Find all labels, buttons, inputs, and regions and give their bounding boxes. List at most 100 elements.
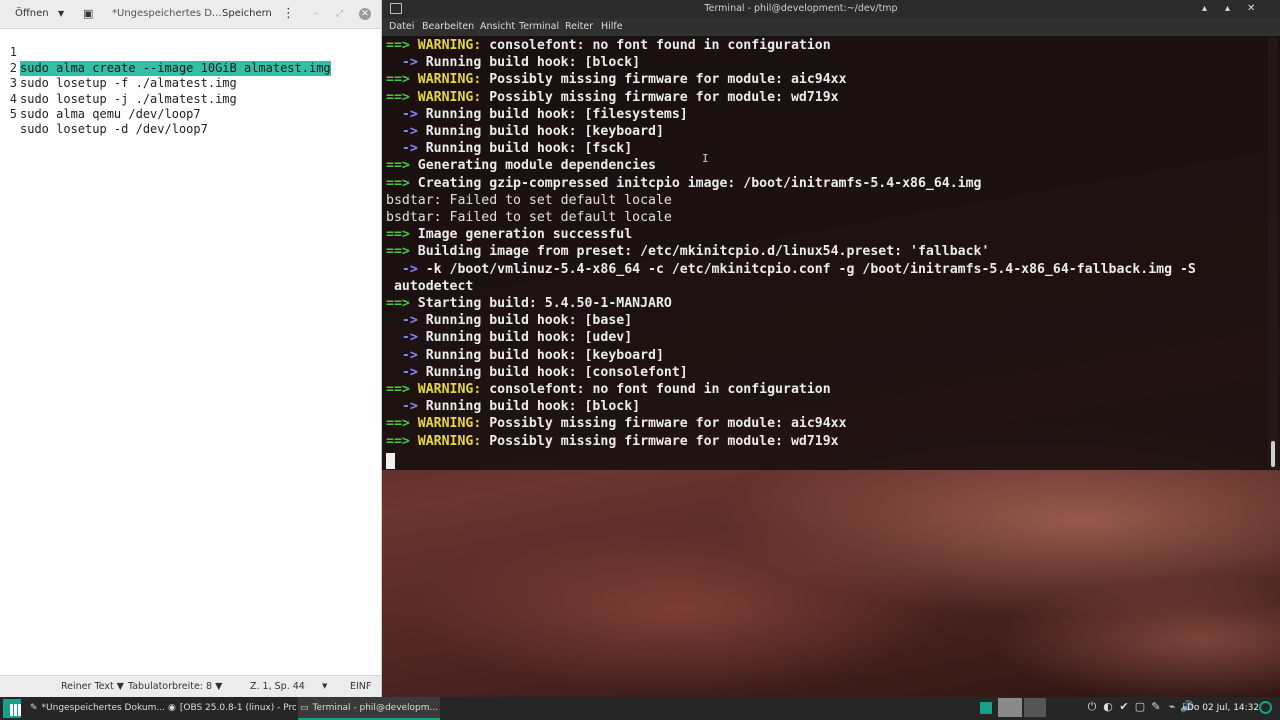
mouse-ibeam-icon: I xyxy=(702,152,709,165)
terminal-line: -> Running build hook: [keyboard] xyxy=(386,123,664,140)
terminal-line: ==> Creating gzip-compressed initcpio im… xyxy=(386,175,981,192)
scrollbar-thumb[interactable] xyxy=(1271,441,1275,467)
taskbar-item-label: Terminal - phil@developm... xyxy=(312,703,439,713)
maximize-icon[interactable]: ▴ xyxy=(1225,0,1230,18)
terminal-line: ==> Starting build: 5.4.50-1-MANJARO xyxy=(386,295,672,312)
maximize-icon[interactable]: ⤢ xyxy=(336,0,343,28)
line-prefix: -> xyxy=(386,330,426,346)
close-icon[interactable]: ✕ xyxy=(1247,0,1255,18)
taskbar-item-editor[interactable]: ✎ *Ungespeichertes Dokum... xyxy=(30,697,164,720)
terminal-line: ==> Building image from preset: /etc/mki… xyxy=(386,243,989,260)
terminal-line: ==> WARNING: Possibly missing firmware f… xyxy=(386,433,839,450)
clipboard-icon[interactable]: ▢ xyxy=(1134,701,1146,713)
insert-mode-indicator[interactable]: EINF xyxy=(350,676,371,697)
line-text: Running build hook: [fsck] xyxy=(425,141,633,157)
line-prefix: -> xyxy=(386,55,426,71)
minimize-icon[interactable]: ▴ xyxy=(1202,0,1207,18)
workspace-2[interactable] xyxy=(1024,698,1046,717)
terminal-line: -> Running build hook: [block] xyxy=(386,54,640,71)
line-prefix: -> xyxy=(386,313,426,329)
editor-line[interactable]: 5 sudo losetup -d /dev/loop7 xyxy=(0,92,381,136)
line-text: Possibly missing firmware for module: ai… xyxy=(481,72,847,88)
terminal-line: -> Running build hook: [keyboard] xyxy=(386,347,664,364)
line-prefix xyxy=(386,279,394,294)
screen-icon[interactable] xyxy=(980,702,992,714)
warning-label: WARNING: xyxy=(417,72,482,88)
line-prefix: -> xyxy=(386,399,426,415)
menu-bearbeiten[interactable]: Bearbeiten xyxy=(422,18,474,36)
line-text: Creating gzip-compressed initcpio image:… xyxy=(417,175,982,191)
line-text[interactable]: sudo alma qemu /dev/loop7 xyxy=(20,107,201,122)
menu-terminal[interactable]: Terminal xyxy=(519,18,559,36)
line-prefix: ==> xyxy=(386,227,418,243)
terminal-window: Terminal - phil@development:~/dev/tmp ▴ … xyxy=(382,0,1280,470)
line-prefix: ==> xyxy=(386,175,418,191)
line-prefix: ==> xyxy=(386,433,418,449)
minimize-icon[interactable]: – xyxy=(313,0,318,28)
terminal-output[interactable]: ==> WARNING: consolefont: no font found … xyxy=(386,37,1266,467)
terminal-line: ==> Image generation successful xyxy=(386,226,632,243)
manjaro-logo-icon xyxy=(10,704,21,716)
chevron-down-icon[interactable]: ▼ xyxy=(322,676,327,697)
line-prefix: -> xyxy=(386,261,426,277)
line-text: Running build hook: [consolefont] xyxy=(425,364,688,380)
line-prefix: -> xyxy=(386,141,426,157)
line-prefix: ==> xyxy=(386,382,418,397)
menu-reiter[interactable]: Reiter xyxy=(565,18,593,36)
clock[interactable]: Do 02 Jul, 14:32 xyxy=(1187,697,1259,720)
pen-icon[interactable]: ✎ xyxy=(1150,701,1162,713)
cursor-position[interactable]: Z. 1, Sp. 44 xyxy=(250,676,305,697)
terminal-cursor xyxy=(386,453,395,469)
menu-ansicht[interactable]: Ansicht xyxy=(480,18,515,36)
warning-label: WARNING: xyxy=(417,416,482,432)
shield-icon[interactable]: ✔ xyxy=(1118,701,1130,713)
editor-line[interactable]: 4 sudo alma qemu /dev/loop7 xyxy=(0,76,381,121)
workspace-1[interactable] xyxy=(998,698,1022,717)
terminal-scrollbar[interactable] xyxy=(1268,37,1278,469)
close-icon[interactable]: ✕ xyxy=(359,8,371,20)
language-selector[interactable]: Reiner Text ▼ xyxy=(61,676,124,697)
line-text: Possibly missing firmware for module: ai… xyxy=(481,416,847,432)
power-icon[interactable]: ⏻ xyxy=(1086,701,1098,713)
open-button[interactable]: Öffnen xyxy=(15,0,49,28)
line-prefix: ==> xyxy=(386,416,418,432)
terminal-line: ==> WARNING: consolefont: no font found … xyxy=(386,381,831,398)
editor-line[interactable]: 3 sudo losetup -j ./almatest.img xyxy=(0,61,381,105)
line-text[interactable]: sudo losetup -d /dev/loop7 xyxy=(20,122,208,137)
line-text: Running build hook: [udev] xyxy=(425,330,633,346)
terminal-line: -> Running build hook: [block] xyxy=(386,398,640,415)
terminal-titlebar[interactable]: Terminal - phil@development:~/dev/tmp ▴ … xyxy=(382,0,1280,18)
obs-tray-icon[interactable]: ◐ xyxy=(1102,701,1114,713)
network-icon[interactable]: ⌁ xyxy=(1166,701,1178,713)
new-document-icon[interactable]: ▣ xyxy=(83,0,93,28)
line-prefix: -> xyxy=(386,106,426,122)
line-text: Running build hook: [keyboard] xyxy=(425,124,664,139)
save-button[interactable]: Speichern xyxy=(222,0,272,28)
menu-icon[interactable]: ⋮ xyxy=(282,0,295,28)
app-menu-button[interactable] xyxy=(3,699,21,718)
line-number: 5 xyxy=(9,106,17,121)
line-text: consolefont: no font found in configurat… xyxy=(481,382,831,397)
editor-text-area[interactable]: 1 sudo alma create --image 10GiB almates… xyxy=(0,30,381,136)
taskbar-item-obs[interactable]: ◉ [OBS 25.0.8-1 (linux) - Pro... xyxy=(168,697,296,720)
obs-icon: ◉ xyxy=(168,703,176,713)
terminal-line: ==> WARNING: Possibly missing firmware f… xyxy=(386,71,847,88)
tab-width-selector[interactable]: Tabulatorbreite: 8 ▼ xyxy=(128,676,222,697)
menu-hilfe[interactable]: Hilfe xyxy=(601,18,623,36)
line-text: Possibly missing firmware for module: wd… xyxy=(481,89,839,105)
line-prefix: ==> xyxy=(386,296,418,311)
taskbar-item-label: [OBS 25.0.8-1 (linux) - Pro... xyxy=(179,703,296,713)
logout-icon[interactable] xyxy=(1259,701,1272,714)
menu-datei[interactable]: Datei xyxy=(389,18,414,36)
line-prefix: -> xyxy=(386,347,426,363)
open-dropdown-icon[interactable]: ▼ xyxy=(58,0,64,28)
line-prefix: ==> xyxy=(386,72,418,88)
editor-line[interactable]: 2 sudo losetup -f ./almatest.img xyxy=(0,45,381,90)
taskbar-item-terminal[interactable]: ▭ Terminal - phil@developm... xyxy=(298,697,440,720)
editor-line[interactable]: 1 sudo alma create --image 10GiB almates… xyxy=(0,30,381,77)
line-text: Running build hook: [base] xyxy=(425,313,633,329)
warning-label: WARNING: xyxy=(417,382,482,397)
line-text: autodetect xyxy=(393,278,474,294)
editor-icon: ✎ xyxy=(30,703,38,713)
line-text: Running build hook: [block] xyxy=(425,55,641,71)
